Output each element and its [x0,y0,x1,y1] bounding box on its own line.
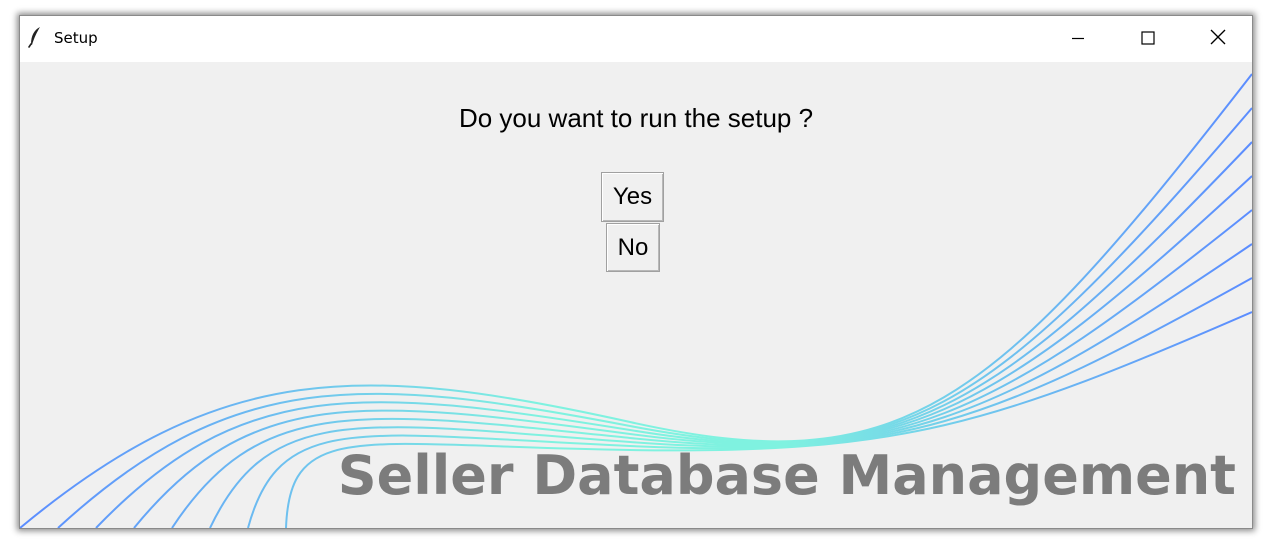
setup-window: Setup Do you want to run the setup ? Yes… [20,16,1252,528]
setup-prompt: Do you want to run the setup ? [458,103,814,133]
maximize-icon [1141,30,1155,49]
no-button[interactable]: No [606,223,660,272]
close-button[interactable] [1184,16,1252,62]
window-title: Setup [54,29,98,47]
yes-button[interactable]: Yes [601,172,664,222]
client-area: Do you want to run the setup ? Yes No Se… [20,62,1252,528]
feather-icon [28,26,42,48]
title-bar[interactable]: Setup [20,16,1252,62]
minimize-button[interactable] [1044,16,1112,62]
minimize-icon [1071,30,1085,49]
maximize-button[interactable] [1114,16,1182,62]
close-icon [1210,29,1226,49]
brand-watermark: Seller Database Management [337,444,1236,507]
